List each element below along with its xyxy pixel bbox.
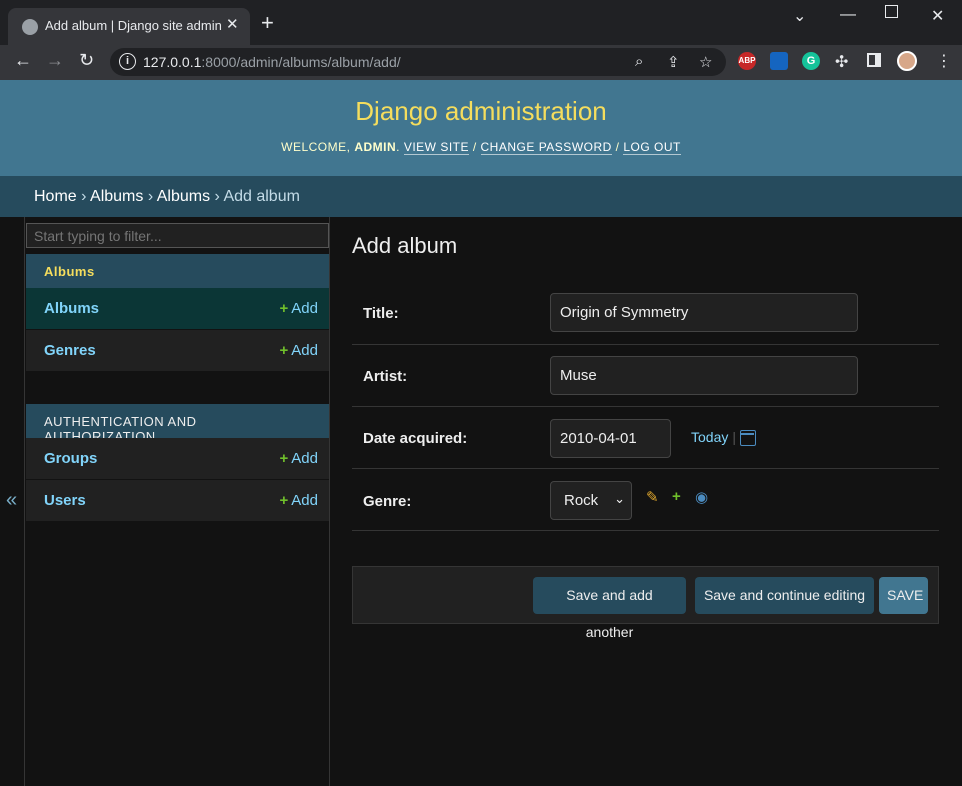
breadcrumb-model[interactable]: Albums bbox=[157, 188, 210, 205]
change-password-link[interactable]: Change password bbox=[480, 140, 612, 155]
genre-select[interactable]: Rock ⌄ bbox=[550, 481, 632, 520]
add-plus-icon: + bbox=[279, 300, 289, 317]
menu-icon[interactable]: ⋮ bbox=[936, 51, 952, 71]
artist-field[interactable] bbox=[550, 356, 858, 395]
view-site-link[interactable]: View site bbox=[403, 140, 469, 155]
sidebar-item-label[interactable]: Genres bbox=[44, 342, 96, 359]
back-icon[interactable]: ← bbox=[14, 50, 32, 71]
sidepanel-icon[interactable] bbox=[867, 53, 881, 67]
grammarly-icon[interactable]: G bbox=[802, 52, 820, 70]
nav-sidebar: Albums Albums +Add Genres +Add Authentic… bbox=[25, 217, 330, 786]
tab-title: Add album | Django site admin bbox=[45, 18, 222, 33]
zoom-icon[interactable]: ⌕ bbox=[635, 53, 643, 70]
bitwarden-icon[interactable] bbox=[770, 52, 788, 70]
genre-selected-value: Rock bbox=[564, 492, 599, 509]
adblock-icon[interactable]: ABP bbox=[738, 52, 756, 70]
globe-icon bbox=[22, 19, 38, 35]
reload-icon[interactable]: ↻ bbox=[79, 50, 94, 71]
add-related-icon[interactable]: + bbox=[672, 488, 681, 505]
form-row-artist: Artist: bbox=[352, 345, 939, 407]
minimize-icon[interactable]: — bbox=[840, 6, 856, 24]
save-and-continue-button[interactable]: Save and continue editing bbox=[695, 577, 874, 614]
calendar-icon[interactable] bbox=[740, 430, 756, 446]
sidebar-item-users[interactable]: Users + Add bbox=[26, 480, 329, 522]
address-bar[interactable]: i 127.0.0.1:8000/admin/albums/album/add/… bbox=[110, 48, 726, 76]
nav-filter-input[interactable] bbox=[26, 223, 329, 248]
save-and-add-another-button[interactable]: Save and add another bbox=[533, 577, 686, 640]
close-window-icon[interactable]: ✕ bbox=[931, 6, 944, 26]
add-users-link[interactable]: + Add bbox=[280, 492, 318, 509]
breadcrumb: Home › Albums › Albums › Add album bbox=[0, 176, 962, 217]
extensions-icon[interactable]: ✣ bbox=[835, 52, 848, 72]
url-text[interactable]: 127.0.0.1:8000/admin/albums/album/add/ bbox=[143, 54, 401, 70]
log-out-link[interactable]: Log out bbox=[623, 140, 681, 155]
form-row-genre: Genre: Rock ⌄ ✎ + ◉ bbox=[352, 469, 939, 531]
add-albums-link[interactable]: + Add bbox=[280, 300, 318, 317]
title-field[interactable] bbox=[550, 293, 858, 332]
collapse-icon[interactable]: « bbox=[6, 489, 17, 512]
page-title: Add album bbox=[352, 233, 458, 258]
sidebar-item-albums[interactable]: Albums + Add bbox=[26, 288, 329, 330]
sidebar-item-label[interactable]: Groups bbox=[44, 450, 97, 467]
form-row-title: Title: bbox=[352, 283, 939, 345]
edit-pencil-icon[interactable]: ✎ bbox=[646, 488, 659, 506]
form-row-date-acquired: Date acquired: Today| bbox=[352, 407, 939, 469]
today-link[interactable]: Today | bbox=[691, 429, 740, 445]
title-label: Title: bbox=[363, 305, 399, 322]
add-plus-icon: + bbox=[279, 450, 289, 467]
submit-row: Save and add another Save and continue e… bbox=[352, 566, 939, 640]
admin-header: Django administration Welcome, admin. Vi… bbox=[0, 80, 962, 176]
tab-search-icon[interactable]: ⌄ bbox=[793, 6, 806, 26]
browser-toolbar: ← → ↻ i 127.0.0.1:8000/admin/albums/albu… bbox=[0, 45, 962, 80]
breadcrumb-home[interactable]: Home bbox=[34, 188, 77, 205]
save-button[interactable]: Save bbox=[879, 577, 928, 614]
sidebar-item-label[interactable]: Albums bbox=[44, 300, 99, 317]
maximize-icon[interactable] bbox=[885, 5, 898, 18]
genre-label: Genre: bbox=[363, 493, 412, 510]
username: admin bbox=[354, 140, 397, 154]
forward-icon[interactable]: → bbox=[46, 50, 64, 71]
sidebar-item-groups[interactable]: Groups + Add bbox=[26, 438, 329, 480]
artist-label: Artist: bbox=[363, 368, 408, 385]
new-tab-button[interactable]: + bbox=[261, 12, 274, 34]
share-icon[interactable]: ⇪ bbox=[667, 53, 680, 71]
add-plus-icon: + bbox=[279, 492, 289, 509]
breadcrumb-app[interactable]: Albums bbox=[90, 188, 143, 205]
module-caption-albums[interactable]: Albums bbox=[26, 254, 329, 288]
breadcrumb-current: Add album bbox=[223, 188, 300, 205]
star-icon[interactable]: ☆ bbox=[699, 53, 712, 71]
welcome-text: Welcome, bbox=[281, 140, 355, 154]
profile-icon[interactable] bbox=[897, 51, 917, 71]
user-tools: Welcome, admin. View site / Change passw… bbox=[281, 140, 681, 155]
add-plus-icon: + bbox=[279, 342, 289, 359]
site-name[interactable]: Django administration bbox=[0, 96, 962, 127]
sidebar-item-genres[interactable]: Genres + Add bbox=[26, 330, 329, 372]
add-groups-link[interactable]: + Add bbox=[280, 450, 318, 467]
browser-chrome: Add album | Django site admin ✕ + ⌄ — ✕ … bbox=[0, 0, 962, 80]
module-caption-auth[interactable]: Authentication and Authorization bbox=[26, 404, 329, 444]
tab-close-icon[interactable]: ✕ bbox=[226, 15, 239, 33]
chevron-down-icon: ⌄ bbox=[614, 491, 625, 506]
date-acquired-label: Date acquired: bbox=[363, 430, 468, 447]
info-icon[interactable]: i bbox=[119, 53, 136, 70]
sidebar-item-label[interactable]: Users bbox=[44, 492, 86, 509]
nav-sidebar-toggle[interactable]: « bbox=[0, 217, 25, 786]
date-acquired-field[interactable] bbox=[550, 419, 671, 458]
add-genres-link[interactable]: + Add bbox=[280, 342, 318, 359]
view-eye-icon[interactable]: ◉ bbox=[695, 488, 708, 506]
browser-tab[interactable]: Add album | Django site admin ✕ bbox=[8, 8, 250, 45]
